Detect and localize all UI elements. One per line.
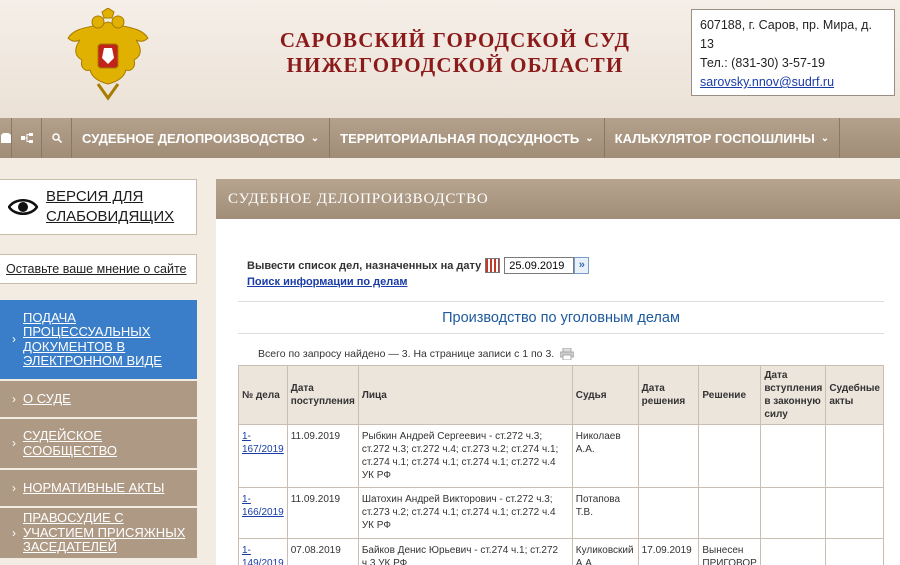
low-vision-version-button[interactable]: ВЕРСИЯ ДЛЯ СЛАБОВИДЯЩИХ [0,179,197,235]
divider [238,333,884,334]
column-header[interactable]: Судебные акты [825,365,884,425]
date-label: Вывести список дел, назначенных на дату [247,259,482,272]
effective-date-cell [760,487,827,539]
effective-date-cell [760,538,827,565]
sidebar-item-e-filing[interactable]: › Подача процессуальных документов в эле… [0,300,197,381]
address: 607188, г. Саров, пр. Мира, д. 13 [700,18,872,51]
court-name: САРОВСКИЙ ГОРОДСКОЙ СУД НИЖЕГОРОДСКОЙ ОБ… [250,28,660,78]
chevron-down-icon: ⌄ [820,132,830,144]
persons-cell: Рыбкин Андрей Сергеевич - ст.272 ч.3; ст… [357,424,573,488]
judge-cell: Николаев А.А. [571,424,639,488]
decision-date-cell: 17.09.2019 [637,538,700,565]
court-name-line2: НИЖЕГОРОДСКОЙ ОБЛАСТИ [286,53,624,77]
sitemap-icon[interactable] [12,118,42,158]
court-name-line1: САРОВСКИЙ ГОРОДСКОЙ СУД [279,28,631,52]
cases-table: № дела Дата поступления Лица Судья Дата … [238,365,884,565]
judge-cell: Куликовский А.А. [571,538,639,565]
decision-cell [698,424,762,488]
column-header[interactable]: Дата решения [637,365,700,425]
effective-date-cell [760,424,827,488]
chevron-right-icon: › [12,436,16,451]
home-icon[interactable] [0,118,12,158]
nav-label: КАЛЬКУЛЯТОР ГОСПОШЛИНЫ [614,130,815,146]
column-header[interactable]: Дата вступления в законную силу [760,365,827,425]
chevron-right-icon: › [12,391,16,406]
print-icon[interactable] [560,348,575,360]
column-header[interactable]: Дата поступления [286,365,359,425]
sidebar-item-about[interactable]: › О суде [0,381,197,419]
column-header[interactable]: Решение [698,365,762,425]
coat-of-arms-icon [67,8,149,101]
results-count-text: Всего по запросу найдено — 3. На страниц… [258,348,555,360]
nav-label: СУДЕБНОЕ ДЕЛОПРОИЗВОДСТВО [82,130,305,146]
decision-date-cell [637,487,700,539]
contact-box: 607188, г. Саров, пр. Мира, д. 13 Тел.: … [691,9,895,96]
chevron-right-icon: › [12,480,16,495]
date-received-cell: 11.09.2019 [286,487,359,539]
table-row: 1-166/2019 11.09.2019 Шатохин Андрей Вик… [238,487,884,539]
section-title: Производство по уголовным делам [442,310,680,326]
table-row: 1-149/2019 07.08.2019 Байков Денис Юрьев… [238,538,884,565]
sidebar-item-judicial-community[interactable]: › Судейское сообщество [0,419,197,470]
feedback-label: Оставьте ваше мнение о сайте [6,262,187,276]
low-vision-label: ВЕРСИЯ ДЛЯ СЛАБОВИДЯЩИХ [46,187,174,227]
sidebar-item-label: Подача процессуальных документов в элект… [23,309,162,368]
phone: Тел.: (831-30) 3-57-19 [700,56,825,70]
low-vision-label-line2: СЛАБОВИДЯЩИХ [46,208,175,225]
main-panel: СУДЕБНОЕ ДЕЛОПРОИЗВОДСТВО Вывести список… [216,179,900,565]
chevron-right-icon: › [12,525,16,540]
case-link[interactable]: 1-149/2019 [242,545,284,565]
nav-item-court-proceedings[interactable]: СУДЕБНОЕ ДЕЛОПРОИЗВОДСТВО ⌄ [72,118,331,158]
persons-cell: Шатохин Андрей Викторович - ст.272 ч.3; … [357,487,573,539]
search-icon[interactable] [42,118,72,158]
sidebar-menu: › Подача процессуальных документов в эле… [0,300,197,560]
column-header[interactable]: № дела [238,365,288,425]
sidebar-item-label: Нормативные акты [23,479,165,495]
column-header[interactable]: Лица [357,365,573,425]
sidebar-item-jury-justice[interactable]: › Правосудие с участием присяжных заседа… [0,508,197,560]
chevron-right-icon: › [12,332,16,347]
sidebar-item-regulations[interactable]: › Нормативные акты [0,470,197,508]
case-link[interactable]: 1-167/2019 [242,431,284,455]
sidebar-item-label: О суде [23,390,71,406]
persons-cell: Байков Денис Юрьевич - ст.274 ч.1; ст.27… [357,538,573,565]
site-header: САРОВСКИЙ ГОРОДСКОЙ СУД НИЖЕГОРОДСКОЙ ОБ… [0,0,900,118]
results-summary: Всего по запросу найдено — 3. На страниц… [258,348,575,360]
nav-label: ТЕРРИТОРИАЛЬНАЯ ПОДСУДНОСТЬ [340,130,580,146]
date-input[interactable] [504,257,575,274]
chevron-down-icon: ⌄ [585,132,594,144]
case-number-cell: 1-166/2019 [238,487,288,539]
chevron-down-icon: ⌄ [310,132,320,144]
sidebar-item-label: Судейское сообщество [23,428,117,458]
nav-item-duty-calculator[interactable]: КАЛЬКУЛЯТОР ГОСПОШЛИНЫ ⌄ [605,118,841,158]
nav-item-territorial-jurisdiction[interactable]: ТЕРРИТОРИАЛЬНАЯ ПОДСУДНОСТЬ ⌄ [330,118,605,158]
judicial-acts-cell [825,487,884,539]
feedback-link[interactable]: Оставьте ваше мнение о сайте [0,254,197,284]
judicial-acts-cell [825,424,884,488]
decision-cell [698,487,762,539]
calendar-icon[interactable] [485,258,501,273]
judge-cell: Потапова Т.В. [571,487,639,539]
case-number-cell: 1-149/2019 [238,538,288,565]
decision-cell: Вынесен ПРИГОВОР [698,538,762,565]
divider [238,301,884,302]
sidebar-item-label: Правосудие с участием присяжных заседате… [23,510,186,555]
judicial-acts-cell [825,538,884,565]
low-vision-label-line1: ВЕРСИЯ ДЛЯ [46,188,144,205]
submit-date-button[interactable]: » [574,257,590,274]
main-navbar: СУДЕБНОЕ ДЕЛОПРОИЗВОДСТВО ⌄ ТЕРРИТОРИАЛЬ… [0,118,900,158]
column-header[interactable]: Судья [571,365,639,425]
date-received-cell: 11.09.2019 [286,424,359,488]
date-received-cell: 07.08.2019 [286,538,359,565]
email-link[interactable]: sarovsky.nnov@sudrf.ru [700,75,834,89]
table-header-row: № дела Дата поступления Лица Судья Дата … [238,365,884,425]
case-search-link[interactable]: Поиск информации по делам [247,276,407,288]
case-number-cell: 1-167/2019 [238,424,288,488]
case-link[interactable]: 1-166/2019 [242,494,284,518]
panel-title: СУДЕБНОЕ ДЕЛОПРОИЗВОДСТВО [216,179,900,219]
table-row: 1-167/2019 11.09.2019 Рыбкин Андрей Серг… [238,424,884,488]
eye-icon [8,199,38,215]
date-filter-row: Вывести список дел, назначенных на дату … [247,257,590,274]
decision-date-cell [637,424,700,488]
